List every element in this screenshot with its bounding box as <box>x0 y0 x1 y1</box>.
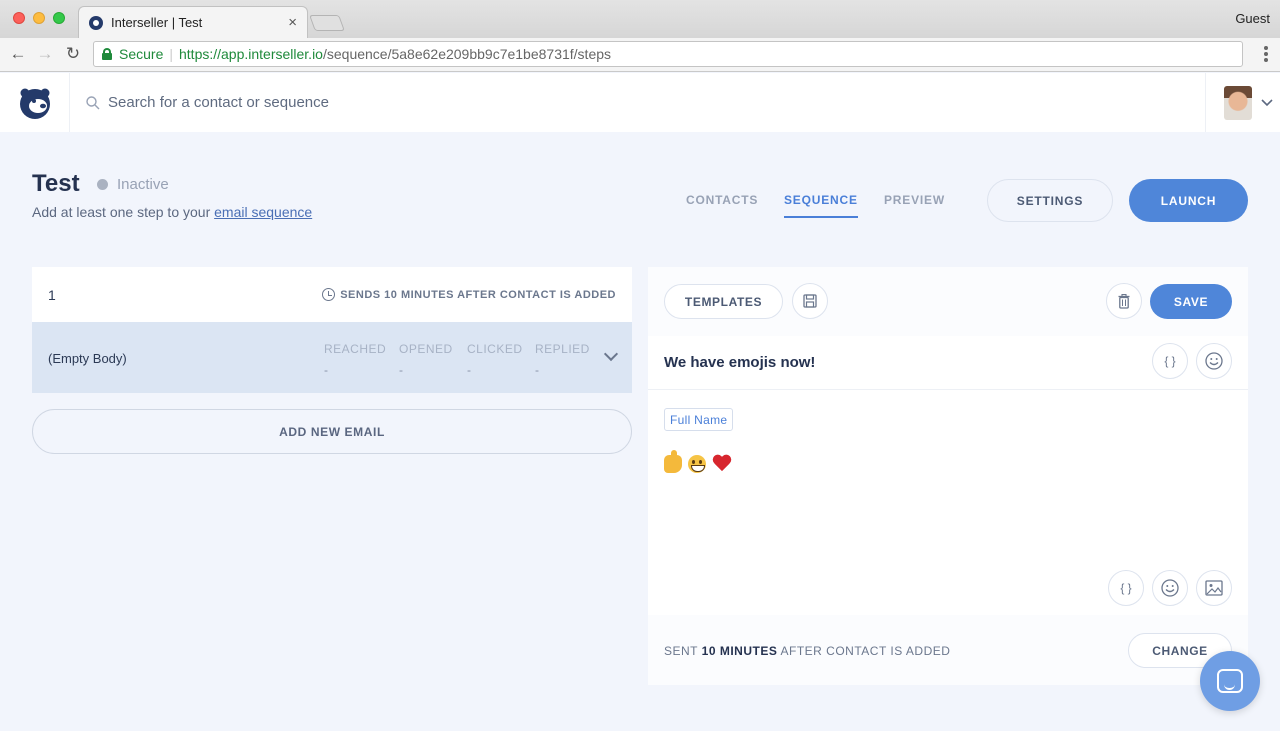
chat-bubble-icon <box>1217 669 1243 693</box>
url-path: /sequence/5a8e62e209bb9c7e1be8731f/steps <box>322 46 612 62</box>
step-email-row[interactable]: (Empty Body) REACHED - OPENED - CLICKED … <box>32 322 632 393</box>
browser-titlebar: Interseller | Test × Guest <box>0 0 1280 38</box>
stat-label: OPENED <box>399 342 453 356</box>
full-name-variable-chip[interactable]: Full Name <box>664 408 734 431</box>
stat-reached: REACHED - <box>324 342 386 377</box>
lock-icon <box>102 48 112 60</box>
email-subject[interactable]: We have emojis now! <box>664 354 815 371</box>
address-separator: | <box>169 46 173 62</box>
stat-clicked: CLICKED - <box>467 342 523 377</box>
body-variable-button[interactable]: { } <box>1108 570 1144 606</box>
tab-sequence[interactable]: SEQUENCE <box>784 193 858 218</box>
tab-close-icon[interactable]: × <box>288 14 297 31</box>
insert-image-button[interactable] <box>1196 570 1232 606</box>
browser-toolbar: ← → ↻ Secure | https://app.interseller.i… <box>0 38 1280 72</box>
step-timing: SENDS 10 MINUTES AFTER CONTACT IS ADDED <box>322 288 616 301</box>
stat-label: REACHED <box>324 342 387 356</box>
smiley-icon <box>1161 579 1179 597</box>
curly-braces-icon: { } <box>1120 581 1132 595</box>
send-timing-text: SENT 10 MINUTES AFTER CONTACT IS ADDED <box>664 644 950 658</box>
step-timing-text: SENDS 10 MINUTES AFTER CONTACT IS ADDED <box>340 288 616 301</box>
back-arrow-icon[interactable]: ← <box>8 44 28 64</box>
stat-value: - <box>324 363 329 377</box>
chevron-down-icon[interactable] <box>1261 98 1273 107</box>
step-card: 1 SENDS 10 MINUTES AFTER CONTACT IS ADDE… <box>32 267 632 393</box>
floppy-disk-icon <box>803 294 817 308</box>
step-header: 1 SENDS 10 MINUTES AFTER CONTACT IS ADDE… <box>32 267 632 322</box>
browser-menu-icon[interactable] <box>1264 46 1268 64</box>
url-host: https://app.interseller.io <box>179 46 323 62</box>
browser-tab[interactable]: Interseller | Test × <box>78 6 308 38</box>
clock-icon <box>322 288 336 301</box>
settings-button[interactable]: SETTINGS <box>987 179 1113 222</box>
profile-label[interactable]: Guest <box>1235 11 1270 26</box>
editor-divider <box>648 389 1248 390</box>
stat-value: - <box>467 363 472 377</box>
user-menu[interactable] <box>1205 73 1280 132</box>
save-template-button[interactable] <box>792 283 828 319</box>
maximize-window-button[interactable] <box>53 12 65 24</box>
search-bar <box>86 73 508 132</box>
logo[interactable] <box>0 73 70 132</box>
stat-replied: REPLIED - <box>535 342 590 377</box>
tab-preview[interactable]: PREVIEW <box>884 193 945 207</box>
app-header <box>0 73 1280 132</box>
close-window-button[interactable] <box>13 12 25 24</box>
add-new-email-button[interactable]: ADD NEW EMAIL <box>32 409 632 454</box>
send-timing-delay: 10 MINUTES <box>701 644 778 658</box>
templates-button[interactable]: TEMPLATES <box>664 284 783 319</box>
favicon-icon <box>89 15 103 30</box>
tab-contacts[interactable]: CONTACTS <box>686 193 758 207</box>
chat-launcher-button[interactable] <box>1200 651 1260 711</box>
chevron-down-icon[interactable] <box>603 346 619 362</box>
email-editor: TEMPLATES SAVE We have emojis now! { } F… <box>648 267 1248 685</box>
page-subtitle: Add at least one step to your email sequ… <box>32 204 312 220</box>
save-button[interactable]: SAVE <box>1150 284 1232 319</box>
reload-icon[interactable]: ↻ <box>63 44 83 64</box>
minimize-window-button[interactable] <box>33 12 45 24</box>
search-icon <box>86 95 100 109</box>
stat-value: - <box>535 363 540 377</box>
stat-label: REPLIED <box>535 342 590 356</box>
address-bar[interactable]: Secure | https://app.interseller.io/sequ… <box>93 41 1243 67</box>
avatar[interactable] <box>1224 85 1252 120</box>
red-heart-emoji-icon <box>712 455 732 473</box>
page-title: Test <box>32 170 80 197</box>
stat-label: CLICKED <box>467 342 523 356</box>
send-timing-suffix: AFTER CONTACT IS ADDED <box>780 644 951 658</box>
status-badge: Inactive <box>97 176 169 193</box>
secure-label: Secure <box>119 46 164 62</box>
subject-emoji-button[interactable] <box>1196 343 1232 379</box>
search-input[interactable] <box>108 94 508 111</box>
subject-variable-button[interactable]: { } <box>1152 343 1188 379</box>
editor-toolbar: TEMPLATES SAVE <box>648 267 1248 336</box>
bear-logo-icon <box>19 88 50 119</box>
email-sequence-link[interactable]: email sequence <box>214 204 312 220</box>
status-dot-icon <box>97 179 108 190</box>
tab-title: Interseller | Test <box>111 15 203 30</box>
delete-button[interactable] <box>1106 283 1142 319</box>
send-timing-prefix: SENT <box>664 644 698 658</box>
step-number: 1 <box>48 286 56 303</box>
forward-arrow-icon[interactable]: → <box>35 44 55 64</box>
trash-icon <box>1118 293 1130 309</box>
curly-braces-icon: { } <box>1164 354 1176 368</box>
step-body-preview: (Empty Body) <box>48 351 127 366</box>
stat-opened: OPENED - <box>399 342 453 377</box>
body-emoji-button[interactable] <box>1152 570 1188 606</box>
launch-button[interactable]: LAUNCH <box>1129 179 1248 222</box>
image-icon <box>1205 580 1223 596</box>
email-body-emojis[interactable] <box>664 450 732 473</box>
grinning-face-emoji-icon <box>688 455 706 473</box>
thumbs-up-emoji-icon <box>664 450 682 473</box>
subtitle-text: Add at least one step to your <box>32 204 211 220</box>
new-tab-button[interactable] <box>309 15 345 31</box>
smiley-icon <box>1205 352 1223 370</box>
status-text: Inactive <box>117 176 169 193</box>
editor-footer: SENT 10 MINUTES AFTER CONTACT IS ADDED C… <box>648 615 1248 685</box>
stat-value: - <box>399 363 404 377</box>
